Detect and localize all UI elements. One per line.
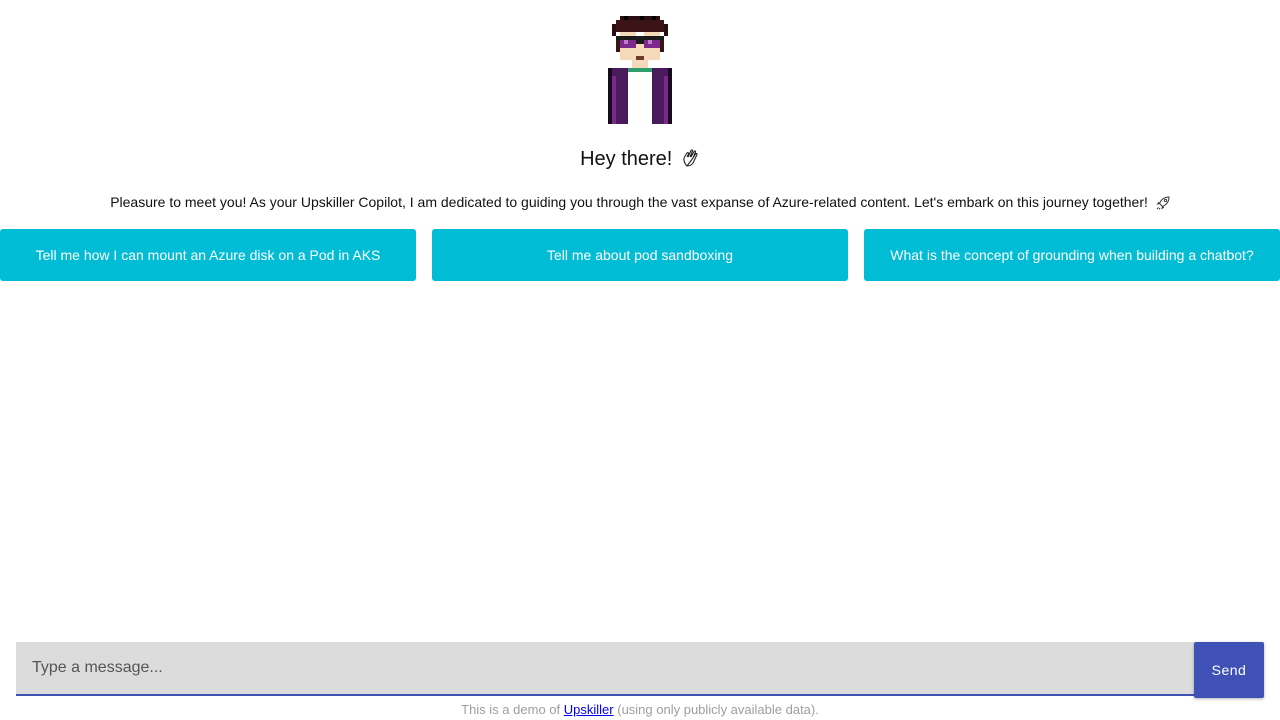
footer-disclaimer: This is a demo of Upskiller (using only …: [0, 702, 1280, 717]
send-label: Send: [1211, 662, 1247, 678]
suggestion-label: Tell me about pod sandboxing: [546, 247, 734, 263]
suggestion-list: Tell me how I can mount an Azure disk on…: [0, 229, 1280, 281]
avatar-container: [0, 16, 1280, 124]
intro-text: Pleasure to meet you! As your Upskiller …: [110, 194, 1148, 210]
intro-message: Pleasure to meet you! As your Upskiller …: [0, 194, 1280, 210]
avatar-icon: [608, 16, 672, 124]
suggestion-button-grounding-chatbot[interactable]: What is the concept of grounding when bu…: [864, 229, 1280, 281]
upskiller-link[interactable]: Upskiller: [564, 702, 614, 717]
suggestion-label: What is the concept of grounding when bu…: [890, 247, 1254, 263]
suggestion-button-pod-sandboxing[interactable]: Tell me about pod sandboxing: [432, 229, 848, 281]
send-button[interactable]: Send: [1194, 642, 1264, 698]
suggestion-label: Tell me how I can mount an Azure disk on…: [35, 247, 381, 263]
footer-suffix: (using only publicly available data).: [617, 702, 819, 717]
message-input[interactable]: [16, 642, 1194, 696]
greeting-heading: Hey there!: [0, 148, 1280, 171]
suggestion-button-mount-azure-disk[interactable]: Tell me how I can mount an Azure disk on…: [0, 229, 416, 281]
rocket-icon: [1156, 196, 1170, 210]
footer-prefix: This is a demo of: [461, 702, 561, 717]
chat-page: Hey there! Pleasure to meet you! As your…: [0, 0, 1280, 720]
greeting-text: Hey there!: [580, 148, 673, 170]
waving-hand-icon: [683, 149, 698, 167]
message-composer: Send: [16, 642, 1264, 698]
